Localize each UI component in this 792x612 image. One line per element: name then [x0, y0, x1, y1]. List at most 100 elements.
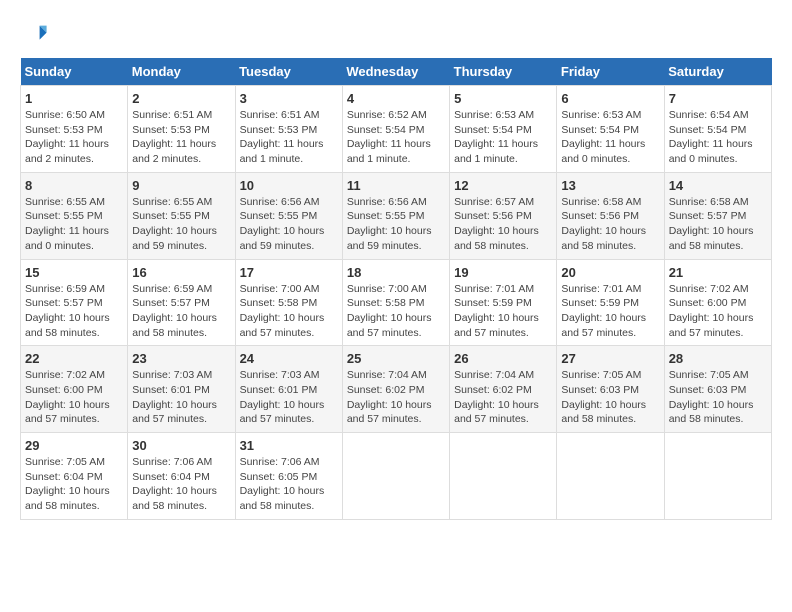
day-number: 18	[347, 265, 445, 280]
day-cell-21: 21 Sunrise: 7:02 AM Sunset: 6:00 PM Dayl…	[664, 259, 771, 346]
calendar-table: SundayMondayTuesdayWednesdayThursdayFrid…	[20, 58, 772, 520]
day-info: Sunrise: 7:06 AM Sunset: 6:05 PM Dayligh…	[240, 455, 338, 514]
week-row-2: 8 Sunrise: 6:55 AM Sunset: 5:55 PM Dayli…	[21, 172, 772, 259]
day-info: Sunrise: 6:55 AM Sunset: 5:55 PM Dayligh…	[132, 195, 230, 254]
day-number: 16	[132, 265, 230, 280]
page-header	[20, 20, 772, 48]
day-info: Sunrise: 6:51 AM Sunset: 5:53 PM Dayligh…	[132, 108, 230, 167]
logo	[20, 20, 52, 48]
day-info: Sunrise: 6:51 AM Sunset: 5:53 PM Dayligh…	[240, 108, 338, 167]
day-info: Sunrise: 7:05 AM Sunset: 6:03 PM Dayligh…	[669, 368, 767, 427]
day-number: 17	[240, 265, 338, 280]
day-cell-14: 14 Sunrise: 6:58 AM Sunset: 5:57 PM Dayl…	[664, 172, 771, 259]
day-info: Sunrise: 7:05 AM Sunset: 6:03 PM Dayligh…	[561, 368, 659, 427]
day-number: 26	[454, 351, 552, 366]
day-cell-empty	[664, 433, 771, 520]
day-info: Sunrise: 6:57 AM Sunset: 5:56 PM Dayligh…	[454, 195, 552, 254]
day-info: Sunrise: 6:56 AM Sunset: 5:55 PM Dayligh…	[347, 195, 445, 254]
day-cell-3: 3 Sunrise: 6:51 AM Sunset: 5:53 PM Dayli…	[235, 86, 342, 173]
day-cell-empty	[557, 433, 664, 520]
day-cell-2: 2 Sunrise: 6:51 AM Sunset: 5:53 PM Dayli…	[128, 86, 235, 173]
day-info: Sunrise: 6:56 AM Sunset: 5:55 PM Dayligh…	[240, 195, 338, 254]
day-cell-23: 23 Sunrise: 7:03 AM Sunset: 6:01 PM Dayl…	[128, 346, 235, 433]
day-info: Sunrise: 7:03 AM Sunset: 6:01 PM Dayligh…	[132, 368, 230, 427]
day-cell-30: 30 Sunrise: 7:06 AM Sunset: 6:04 PM Dayl…	[128, 433, 235, 520]
day-cell-empty	[450, 433, 557, 520]
day-number: 15	[25, 265, 123, 280]
day-number: 11	[347, 178, 445, 193]
day-number: 19	[454, 265, 552, 280]
day-number: 14	[669, 178, 767, 193]
day-cell-27: 27 Sunrise: 7:05 AM Sunset: 6:03 PM Dayl…	[557, 346, 664, 433]
day-info: Sunrise: 7:01 AM Sunset: 5:59 PM Dayligh…	[561, 282, 659, 341]
header-tuesday: Tuesday	[235, 58, 342, 86]
logo-icon	[20, 20, 48, 48]
day-cell-22: 22 Sunrise: 7:02 AM Sunset: 6:00 PM Dayl…	[21, 346, 128, 433]
day-number: 12	[454, 178, 552, 193]
day-number: 25	[347, 351, 445, 366]
day-number: 10	[240, 178, 338, 193]
day-cell-19: 19 Sunrise: 7:01 AM Sunset: 5:59 PM Dayl…	[450, 259, 557, 346]
day-cell-12: 12 Sunrise: 6:57 AM Sunset: 5:56 PM Dayl…	[450, 172, 557, 259]
header-friday: Friday	[557, 58, 664, 86]
day-number: 2	[132, 91, 230, 106]
day-cell-10: 10 Sunrise: 6:56 AM Sunset: 5:55 PM Dayl…	[235, 172, 342, 259]
day-info: Sunrise: 6:50 AM Sunset: 5:53 PM Dayligh…	[25, 108, 123, 167]
day-info: Sunrise: 7:03 AM Sunset: 6:01 PM Dayligh…	[240, 368, 338, 427]
day-cell-26: 26 Sunrise: 7:04 AM Sunset: 6:02 PM Dayl…	[450, 346, 557, 433]
day-number: 4	[347, 91, 445, 106]
day-cell-18: 18 Sunrise: 7:00 AM Sunset: 5:58 PM Dayl…	[342, 259, 449, 346]
day-info: Sunrise: 7:06 AM Sunset: 6:04 PM Dayligh…	[132, 455, 230, 514]
day-number: 29	[25, 438, 123, 453]
day-info: Sunrise: 7:04 AM Sunset: 6:02 PM Dayligh…	[454, 368, 552, 427]
day-info: Sunrise: 6:59 AM Sunset: 5:57 PM Dayligh…	[132, 282, 230, 341]
day-cell-25: 25 Sunrise: 7:04 AM Sunset: 6:02 PM Dayl…	[342, 346, 449, 433]
day-info: Sunrise: 7:02 AM Sunset: 6:00 PM Dayligh…	[25, 368, 123, 427]
week-row-5: 29 Sunrise: 7:05 AM Sunset: 6:04 PM Dayl…	[21, 433, 772, 520]
day-cell-29: 29 Sunrise: 7:05 AM Sunset: 6:04 PM Dayl…	[21, 433, 128, 520]
day-info: Sunrise: 6:53 AM Sunset: 5:54 PM Dayligh…	[454, 108, 552, 167]
day-info: Sunrise: 6:58 AM Sunset: 5:57 PM Dayligh…	[669, 195, 767, 254]
day-number: 21	[669, 265, 767, 280]
day-cell-4: 4 Sunrise: 6:52 AM Sunset: 5:54 PM Dayli…	[342, 86, 449, 173]
day-info: Sunrise: 6:58 AM Sunset: 5:56 PM Dayligh…	[561, 195, 659, 254]
day-info: Sunrise: 6:54 AM Sunset: 5:54 PM Dayligh…	[669, 108, 767, 167]
day-number: 8	[25, 178, 123, 193]
day-number: 28	[669, 351, 767, 366]
day-info: Sunrise: 7:00 AM Sunset: 5:58 PM Dayligh…	[347, 282, 445, 341]
week-row-1: 1 Sunrise: 6:50 AM Sunset: 5:53 PM Dayli…	[21, 86, 772, 173]
day-cell-1: 1 Sunrise: 6:50 AM Sunset: 5:53 PM Dayli…	[21, 86, 128, 173]
day-info: Sunrise: 6:53 AM Sunset: 5:54 PM Dayligh…	[561, 108, 659, 167]
day-cell-17: 17 Sunrise: 7:00 AM Sunset: 5:58 PM Dayl…	[235, 259, 342, 346]
day-number: 7	[669, 91, 767, 106]
day-number: 6	[561, 91, 659, 106]
day-cell-empty	[342, 433, 449, 520]
day-info: Sunrise: 7:05 AM Sunset: 6:04 PM Dayligh…	[25, 455, 123, 514]
day-number: 13	[561, 178, 659, 193]
day-number: 1	[25, 91, 123, 106]
day-cell-28: 28 Sunrise: 7:05 AM Sunset: 6:03 PM Dayl…	[664, 346, 771, 433]
day-cell-9: 9 Sunrise: 6:55 AM Sunset: 5:55 PM Dayli…	[128, 172, 235, 259]
day-info: Sunrise: 6:55 AM Sunset: 5:55 PM Dayligh…	[25, 195, 123, 254]
day-info: Sunrise: 7:04 AM Sunset: 6:02 PM Dayligh…	[347, 368, 445, 427]
day-cell-20: 20 Sunrise: 7:01 AM Sunset: 5:59 PM Dayl…	[557, 259, 664, 346]
header-saturday: Saturday	[664, 58, 771, 86]
day-cell-24: 24 Sunrise: 7:03 AM Sunset: 6:01 PM Dayl…	[235, 346, 342, 433]
day-cell-15: 15 Sunrise: 6:59 AM Sunset: 5:57 PM Dayl…	[21, 259, 128, 346]
day-number: 3	[240, 91, 338, 106]
header-wednesday: Wednesday	[342, 58, 449, 86]
day-cell-16: 16 Sunrise: 6:59 AM Sunset: 5:57 PM Dayl…	[128, 259, 235, 346]
day-number: 5	[454, 91, 552, 106]
week-row-4: 22 Sunrise: 7:02 AM Sunset: 6:00 PM Dayl…	[21, 346, 772, 433]
day-info: Sunrise: 6:52 AM Sunset: 5:54 PM Dayligh…	[347, 108, 445, 167]
header-sunday: Sunday	[21, 58, 128, 86]
day-number: 9	[132, 178, 230, 193]
day-info: Sunrise: 6:59 AM Sunset: 5:57 PM Dayligh…	[25, 282, 123, 341]
day-number: 30	[132, 438, 230, 453]
day-cell-5: 5 Sunrise: 6:53 AM Sunset: 5:54 PM Dayli…	[450, 86, 557, 173]
header-row: SundayMondayTuesdayWednesdayThursdayFrid…	[21, 58, 772, 86]
day-number: 22	[25, 351, 123, 366]
day-cell-6: 6 Sunrise: 6:53 AM Sunset: 5:54 PM Dayli…	[557, 86, 664, 173]
day-info: Sunrise: 7:00 AM Sunset: 5:58 PM Dayligh…	[240, 282, 338, 341]
day-cell-13: 13 Sunrise: 6:58 AM Sunset: 5:56 PM Dayl…	[557, 172, 664, 259]
